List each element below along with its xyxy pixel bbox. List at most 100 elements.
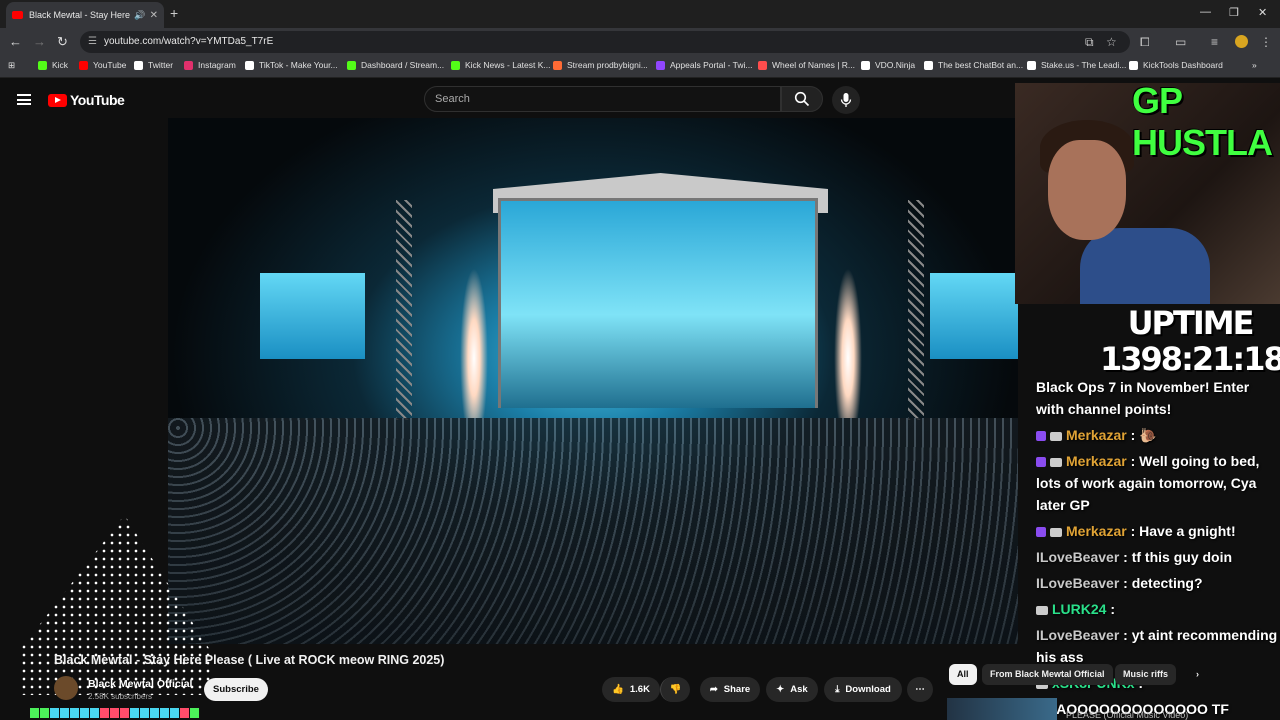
subscriber-count: 2.58K subscribers (88, 692, 153, 701)
url-text: youtube.com/watch?v=YMTDa5_T7rE (104, 36, 274, 47)
channel-avatar[interactable] (54, 676, 78, 700)
close-tab-icon[interactable]: ✕ (150, 10, 158, 21)
pyrotechnics (834, 268, 862, 418)
search-input[interactable]: Search (424, 86, 781, 112)
chat-message: ILoveBeaver : yt aint recommending his a… (1036, 627, 1278, 665)
webcam-face (1048, 140, 1126, 240)
chat-message: LURK24 : (1036, 598, 1280, 620)
chat-message: Merkazar : Well going to bed, lots of wo… (1036, 453, 1260, 513)
uptime-value: 1398:21:18 (1100, 340, 1280, 378)
extensions-icon[interactable]: ⧠ (1140, 35, 1150, 50)
subscribe-button[interactable]: Subscribe (204, 678, 268, 701)
sparkle-icon: ✦ (776, 684, 785, 695)
chat-message: ILoveBeaver : detecting? (1036, 575, 1203, 591)
search-icon (794, 91, 810, 107)
thumbs-up-icon: 👍 (612, 684, 624, 695)
address-bar[interactable]: ☰ youtube.com/watch?v=YMTDa5_T7rE (80, 31, 1130, 53)
like-button[interactable]: 👍 1.6K (602, 677, 660, 702)
chat-message: Merkazar : Have a gnight! (1036, 520, 1280, 542)
stage-screen (930, 273, 1018, 359)
video-title: Black Mewtal - Stay Here Please ( Live a… (54, 653, 445, 667)
new-tab-button[interactable]: + (170, 5, 178, 21)
download-icon: ⤓ (835, 684, 840, 695)
ask-button[interactable]: ✦ Ask (766, 677, 818, 702)
stream-banner: GP HUSTLA (1132, 80, 1273, 163)
chip-all[interactable]: All (949, 664, 977, 685)
site-info-icon[interactable]: ☰ (88, 31, 97, 53)
bookmark-star-icon[interactable]: ☆ (1106, 35, 1117, 49)
bookmark-vdo-ninja[interactable]: VDO.Ninja (861, 60, 915, 70)
forward-icon[interactable]: → (33, 34, 46, 49)
up-next-title[interactable]: PLEASE (Official Music Video) (1066, 710, 1188, 720)
media-control-icon[interactable]: ≡ (1211, 35, 1218, 49)
chip-music-riffs[interactable]: Music riffs (1115, 664, 1177, 685)
bookmark-appeals[interactable]: Appeals Portal - Twi... (656, 60, 753, 70)
bookmark-stream[interactable]: Stream prodbybigni... (553, 60, 648, 70)
youtube-logo[interactable]: YouTube (48, 92, 125, 108)
webcam-shirt (1080, 228, 1210, 304)
apps-icon[interactable]: ⊞ (8, 60, 15, 71)
browser-toolbar: ← → ↻ ☰ youtube.com/watch?v=YMTDa5_T7rE … (0, 28, 1280, 56)
mod-badge-icon (1050, 431, 1062, 441)
speaker-icon[interactable]: 🔊 (134, 10, 145, 21)
youtube-favicon-icon (12, 11, 23, 19)
voice-search-button[interactable] (832, 86, 860, 114)
restore-icon[interactable]: ❐ (1229, 6, 1239, 19)
bookmark-kick[interactable]: Kick (38, 60, 68, 70)
microphone-icon (840, 93, 852, 107)
close-window-icon[interactable]: ✕ (1258, 6, 1267, 19)
screen: Black Mewtal - Stay Here Pl 🔊 ✕ + — ❐ ✕ … (0, 0, 1280, 720)
bookmark-stake[interactable]: Stake.us - The Leadi... (1027, 60, 1126, 70)
uptime-display: UPTIME 1398:21:18 (1100, 305, 1280, 377)
more-icon: ⋯ (915, 684, 925, 695)
profile-avatar[interactable] (1235, 35, 1248, 48)
stage-truss (396, 200, 412, 420)
uptime-label: UPTIME (1127, 304, 1255, 342)
bookmarks-bar: ⊞ Kick YouTube Twitter Instagram TikTok … (0, 56, 1280, 78)
bookmark-kick-news[interactable]: Kick News - Latest K... (451, 60, 551, 70)
back-icon[interactable]: ← (9, 34, 22, 49)
channel-name[interactable]: Black Mewtal Official (88, 678, 192, 690)
pyrotechnics (460, 268, 488, 418)
more-bookmarks-icon[interactable]: » (1252, 60, 1257, 70)
chips-next-icon[interactable]: › (1188, 664, 1207, 685)
bookmark-tiktok[interactable]: TikTok - Make Your... (245, 60, 338, 70)
hamburger-menu-icon[interactable] (17, 94, 31, 105)
chat-message: Black Ops 7 in November! Enter with chan… (1036, 379, 1250, 417)
menu-icon[interactable]: ⋮ (1260, 35, 1272, 49)
stage-screen (260, 273, 365, 359)
like-count: 1.6K (629, 684, 650, 695)
color-strip-graphic (30, 708, 199, 718)
reload-icon[interactable]: ↻ (57, 34, 68, 50)
browser-tab[interactable]: Black Mewtal - Stay Here Pl 🔊 ✕ (6, 2, 164, 28)
chip-from-channel[interactable]: From Black Mewtal Official (982, 664, 1113, 685)
tab-strip: Black Mewtal - Stay Here Pl 🔊 ✕ + — ❐ ✕ (0, 0, 1280, 28)
mod-badge-icon (1050, 457, 1062, 467)
thumbs-down-icon: 👎 (669, 684, 682, 695)
bookmark-wheel[interactable]: Wheel of Names | R... (758, 60, 855, 70)
cast-icon[interactable]: ▭ (1175, 35, 1186, 49)
install-app-icon[interactable]: ⧉ (1085, 35, 1094, 50)
bookmark-twitter[interactable]: Twitter (134, 60, 173, 70)
verified-badge-icon (1036, 605, 1048, 615)
stage-truss (908, 200, 924, 420)
tab-title: Black Mewtal - Stay Here Pl (29, 10, 131, 20)
dislike-button[interactable]: 👎 (660, 677, 690, 702)
sub-badge-icon (1036, 431, 1046, 442)
youtube-play-icon (48, 93, 67, 107)
minimize-icon[interactable]: — (1200, 6, 1211, 18)
chat-message: ILoveBeaver : tf this guy doin (1036, 549, 1233, 565)
bookmark-dashboard[interactable]: Dashboard / Stream... (347, 60, 444, 70)
sub-badge-icon (1036, 457, 1046, 468)
sub-badge-icon (1036, 527, 1046, 538)
search-button[interactable] (781, 86, 823, 112)
more-actions-button[interactable]: ⋯ (907, 677, 933, 702)
bookmark-instagram[interactable]: Instagram (184, 60, 236, 70)
download-button[interactable]: ⤓ Download (824, 677, 902, 702)
up-next-thumbnail[interactable] (947, 698, 1057, 720)
video-player[interactable] (168, 118, 1018, 644)
share-button[interactable]: ➦ Share (700, 677, 760, 702)
bookmark-youtube[interactable]: YouTube (79, 60, 126, 70)
bookmark-kicktools[interactable]: KickTools Dashboard (1129, 60, 1223, 70)
bookmark-chatbot[interactable]: The best ChatBot an... (924, 60, 1023, 70)
